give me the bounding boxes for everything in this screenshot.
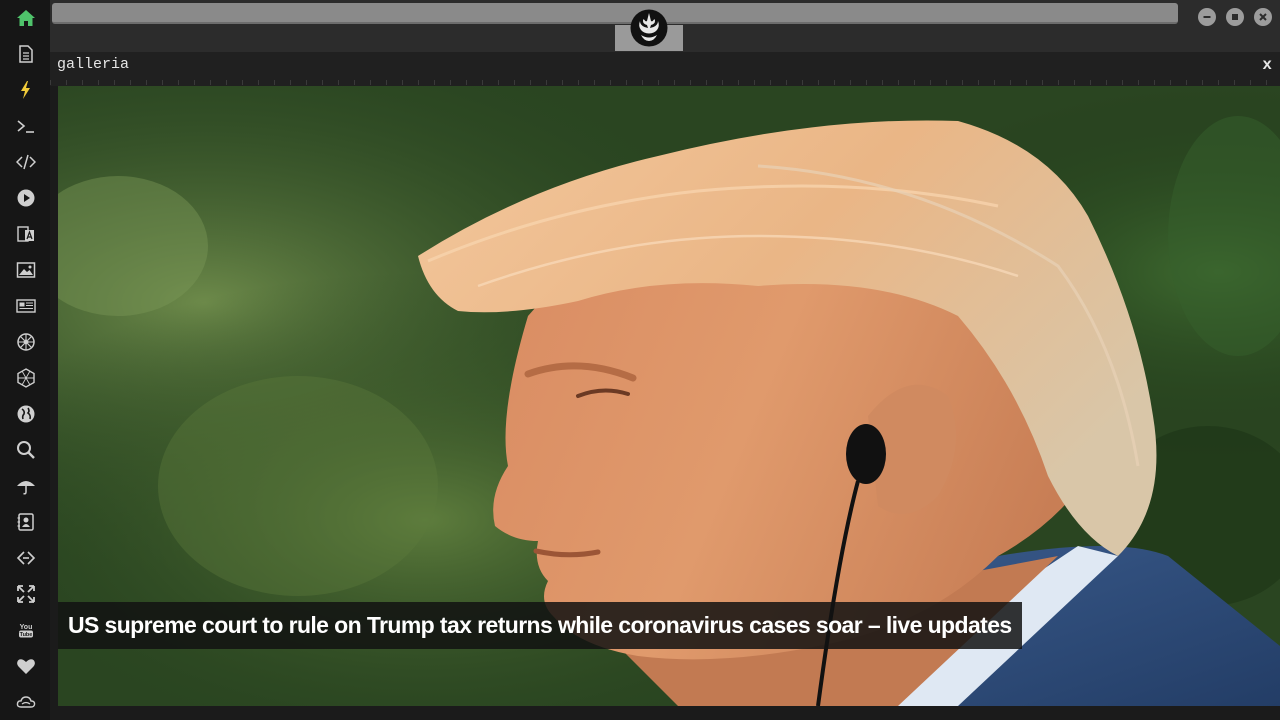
image-icon[interactable]	[13, 257, 39, 283]
panel-title: galleria	[57, 56, 130, 73]
globe-icon[interactable]	[13, 401, 39, 427]
translate-icon[interactable]	[13, 221, 39, 247]
photo-caption: US supreme court to rule on Trump tax re…	[58, 602, 1022, 649]
minimize-button[interactable]	[1198, 8, 1216, 26]
hexagon-icon[interactable]	[13, 365, 39, 391]
play-icon[interactable]	[13, 185, 39, 211]
heart-icon[interactable]	[13, 653, 39, 679]
svg-text:You: You	[20, 624, 33, 631]
expand-icon[interactable]	[13, 581, 39, 607]
home-icon[interactable]	[13, 5, 39, 31]
panel-header: galleria x	[50, 52, 1280, 86]
link-icon[interactable]	[13, 545, 39, 571]
sidebar: You Tube	[0, 0, 50, 720]
ruler-divider	[50, 80, 1280, 85]
code-icon[interactable]	[13, 149, 39, 175]
newspaper-icon[interactable]	[13, 293, 39, 319]
svg-text:Tube: Tube	[20, 632, 33, 638]
top-bar	[50, 0, 1280, 52]
settings-wheel-icon[interactable]	[13, 329, 39, 355]
maximize-button[interactable]	[1226, 8, 1244, 26]
cloud-icon[interactable]	[13, 689, 39, 715]
bottom-strip	[50, 706, 1280, 720]
search-icon[interactable]	[13, 437, 39, 463]
address-bar[interactable]	[52, 3, 1178, 24]
rebel-alliance-icon[interactable]	[628, 8, 670, 48]
maximize-icon	[1232, 14, 1238, 20]
minimize-icon	[1203, 16, 1211, 18]
close-icon	[1259, 13, 1267, 21]
document-icon[interactable]	[13, 41, 39, 67]
lightning-icon[interactable]	[13, 77, 39, 103]
panel-close-button[interactable]: x	[1262, 56, 1272, 74]
contacts-icon[interactable]	[13, 509, 39, 535]
close-window-button[interactable]	[1254, 8, 1272, 26]
terminal-icon[interactable]	[13, 113, 39, 139]
youtube-icon[interactable]: You Tube	[13, 617, 39, 643]
umbrella-icon[interactable]	[13, 473, 39, 499]
